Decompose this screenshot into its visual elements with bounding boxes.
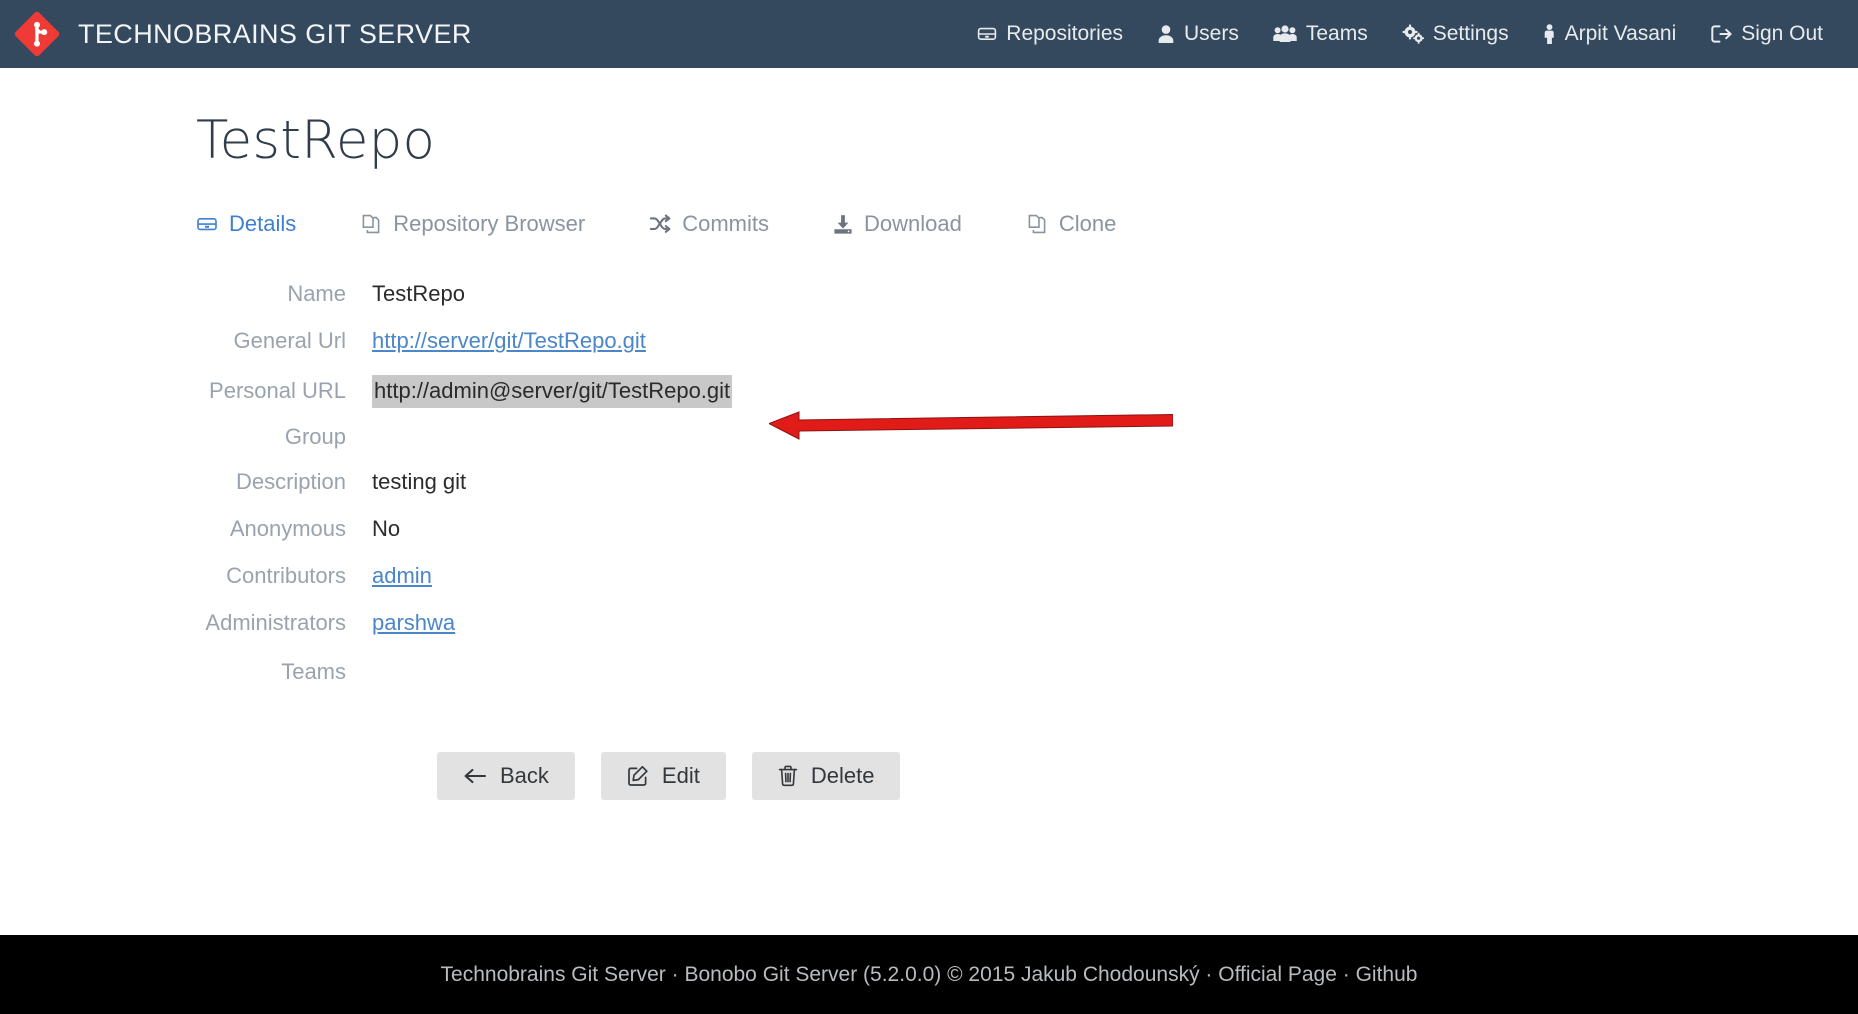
brand-title: TECHNOBRAINS GIT SERVER	[78, 19, 472, 50]
detail-label: Name	[0, 281, 372, 307]
team-icon	[1273, 24, 1297, 44]
detail-label: Teams	[0, 659, 372, 685]
detail-value-name: TestRepo	[372, 281, 465, 307]
copy-icon	[360, 213, 382, 235]
nav-label: Settings	[1433, 22, 1509, 46]
tab-details[interactable]: Details	[196, 205, 324, 243]
tab-commits[interactable]: Commits	[649, 205, 797, 243]
detail-value-contributors[interactable]: admin	[372, 563, 432, 589]
nav-item-repositories[interactable]: Repositories	[960, 22, 1140, 46]
nav-item-settings[interactable]: Settings	[1385, 22, 1526, 46]
nav-label: Arpit Vasani	[1565, 22, 1677, 46]
sign-out-icon	[1710, 24, 1732, 44]
page-footer: Technobrains Git Server · Bonobo Git Ser…	[0, 935, 1858, 1014]
detail-row-name: Name TestRepo	[0, 281, 1858, 328]
detail-label: Administrators	[0, 610, 372, 636]
edit-button[interactable]: Edit	[601, 752, 726, 800]
back-button[interactable]: Back	[437, 752, 575, 800]
nav-links: Repositories Users	[960, 22, 1840, 46]
tab-label: Commits	[682, 211, 769, 237]
detail-label: Group	[0, 424, 372, 450]
git-logo-icon	[14, 11, 60, 57]
footer-text: Technobrains Git Server · Bonobo Git Ser…	[441, 963, 1418, 987]
gears-icon	[1402, 24, 1424, 44]
person-icon	[1543, 24, 1556, 45]
repository-icon	[196, 214, 218, 234]
arrow-left-icon	[463, 768, 487, 784]
nav-label: Users	[1184, 22, 1239, 46]
detail-row-general-url: General Url http://server/git/TestRepo.g…	[0, 328, 1858, 375]
tab-label: Download	[864, 211, 962, 237]
button-label: Edit	[662, 763, 700, 789]
detail-label: Description	[0, 469, 372, 495]
main-content: TestRepo Details Repository Browser	[0, 110, 1858, 800]
detail-row-description: Description testing git	[0, 469, 1858, 516]
tab-download[interactable]: Download	[833, 205, 990, 243]
nav-label: Repositories	[1006, 22, 1123, 46]
detail-value-anonymous: No	[372, 516, 400, 542]
delete-button[interactable]: Delete	[752, 752, 901, 800]
detail-row-contributors: Contributors admin	[0, 563, 1858, 610]
detail-row-teams: Teams	[0, 657, 1858, 704]
top-navbar: TECHNOBRAINS GIT SERVER Repositories Use…	[0, 0, 1858, 68]
repository-tabs: Details Repository Browser Commits	[196, 205, 1858, 243]
pencil-square-icon	[627, 765, 649, 787]
detail-row-group: Group	[0, 422, 1858, 469]
tab-label: Clone	[1059, 211, 1116, 237]
button-label: Back	[500, 763, 549, 789]
page-title: TestRepo	[196, 110, 1858, 171]
detail-label: Personal URL	[0, 378, 372, 404]
nav-item-teams[interactable]: Teams	[1256, 22, 1385, 46]
user-icon	[1157, 24, 1175, 44]
detail-label: General Url	[0, 328, 372, 354]
detail-row-anonymous: Anonymous No	[0, 516, 1858, 563]
nav-label: Sign Out	[1741, 22, 1823, 46]
trash-icon	[778, 765, 798, 787]
detail-label: Contributors	[0, 563, 372, 589]
repository-details: Name TestRepo General Url http://server/…	[0, 281, 1858, 704]
detail-value-description: testing git	[372, 469, 466, 495]
tab-repository-browser[interactable]: Repository Browser	[360, 205, 613, 243]
tab-label: Repository Browser	[393, 211, 585, 237]
nav-item-users[interactable]: Users	[1140, 22, 1256, 46]
tab-label: Details	[229, 211, 296, 237]
action-buttons: Back Edit Dele	[437, 752, 1858, 800]
shuffle-icon	[649, 214, 671, 234]
detail-row-administrators: Administrators parshwa	[0, 610, 1858, 657]
copy-icon	[1026, 213, 1048, 235]
repository-icon	[977, 24, 997, 44]
detail-value-administrators[interactable]: parshwa	[372, 610, 455, 636]
tab-clone[interactable]: Clone	[1026, 205, 1144, 243]
download-icon	[833, 214, 853, 235]
detail-row-personal-url: Personal URL http://admin@server/git/Tes…	[0, 375, 1858, 422]
nav-item-current-user[interactable]: Arpit Vasani	[1526, 22, 1694, 46]
nav-label: Teams	[1306, 22, 1368, 46]
nav-item-sign-out[interactable]: Sign Out	[1693, 22, 1840, 46]
brand-home-link[interactable]: TECHNOBRAINS GIT SERVER	[14, 11, 472, 57]
detail-value-personal-url[interactable]: http://admin@server/git/TestRepo.git	[372, 375, 732, 408]
detail-label: Anonymous	[0, 516, 372, 542]
detail-value-general-url[interactable]: http://server/git/TestRepo.git	[372, 328, 646, 354]
button-label: Delete	[811, 763, 875, 789]
